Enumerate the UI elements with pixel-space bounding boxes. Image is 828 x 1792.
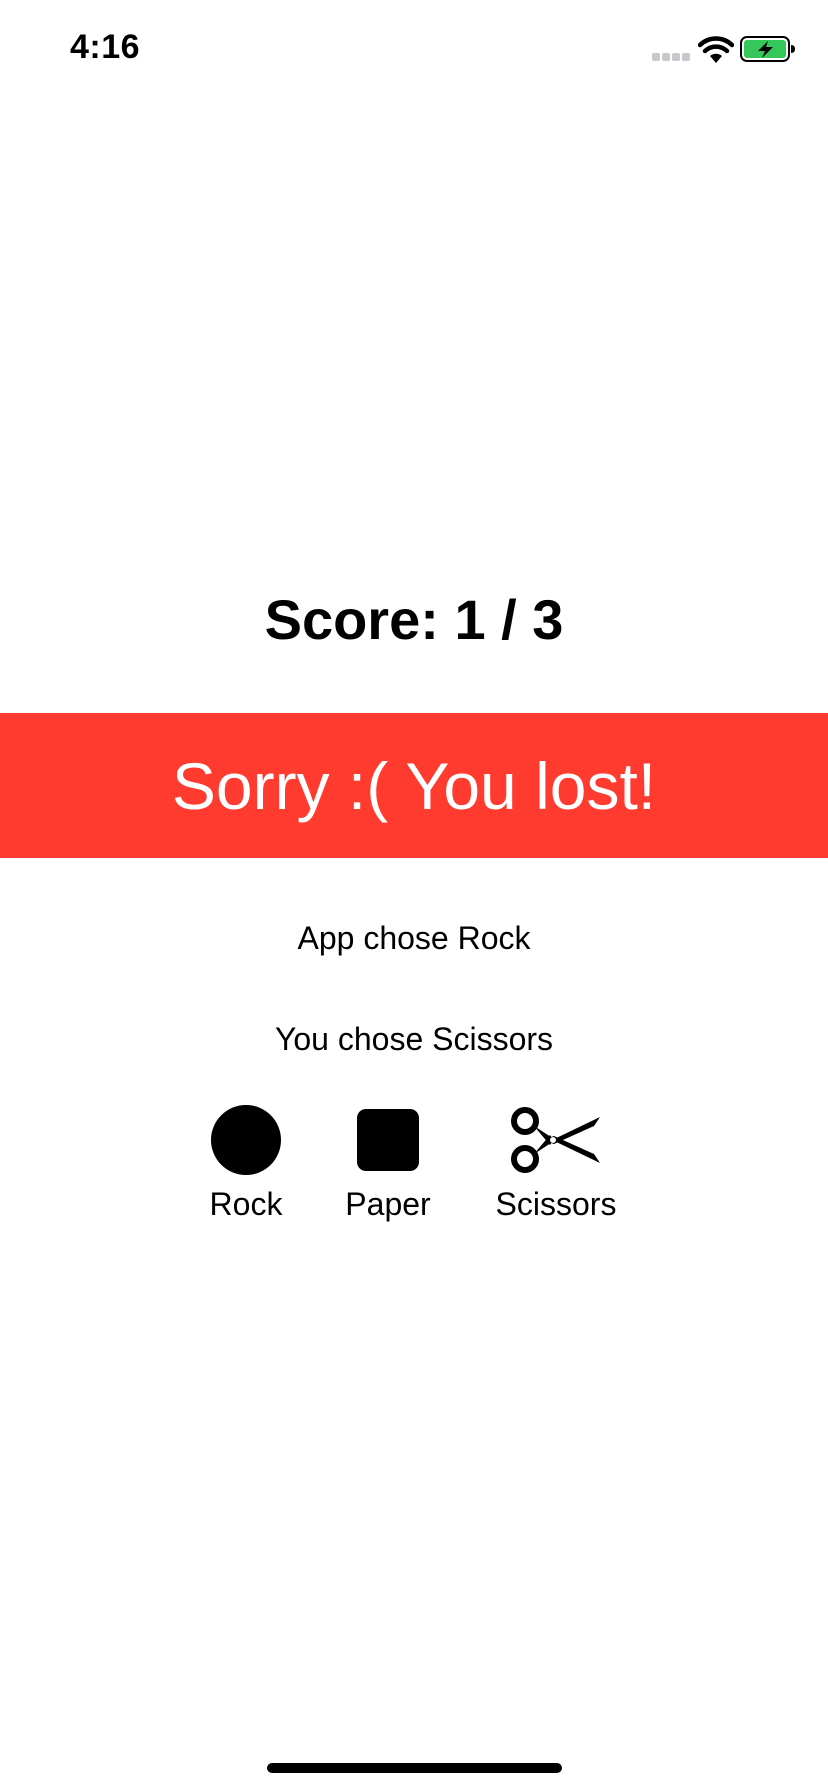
paper-button[interactable]: Paper [336, 1104, 440, 1234]
scissors-button-label: Scissors [495, 1186, 617, 1222]
user-choice-label: You chose Scissors [274, 1021, 554, 1057]
result-text: Sorry :( You lost! [171, 748, 657, 823]
rock-button[interactable]: Rock [200, 1104, 292, 1234]
status-time: 4:16 [70, 28, 141, 66]
score-label: Score: 1 / 3 [264, 588, 564, 651]
cellular-signal-icon [652, 53, 690, 61]
rock-icon [211, 1104, 281, 1176]
scissors-button[interactable]: Scissors [486, 1104, 626, 1234]
wifi-icon [698, 36, 734, 63]
home-indicator[interactable] [267, 1763, 562, 1773]
result-banner: Sorry :( You lost! [0, 713, 828, 858]
paper-button-label: Paper [345, 1186, 431, 1222]
status-bar: 4:16 [0, 0, 828, 100]
battery-charging-icon [740, 36, 795, 62]
scissors-icon [510, 1104, 602, 1176]
rock-button-label: Rock [209, 1186, 283, 1222]
app-choice-label: App chose Rock [297, 920, 531, 956]
paper-icon [357, 1104, 419, 1176]
